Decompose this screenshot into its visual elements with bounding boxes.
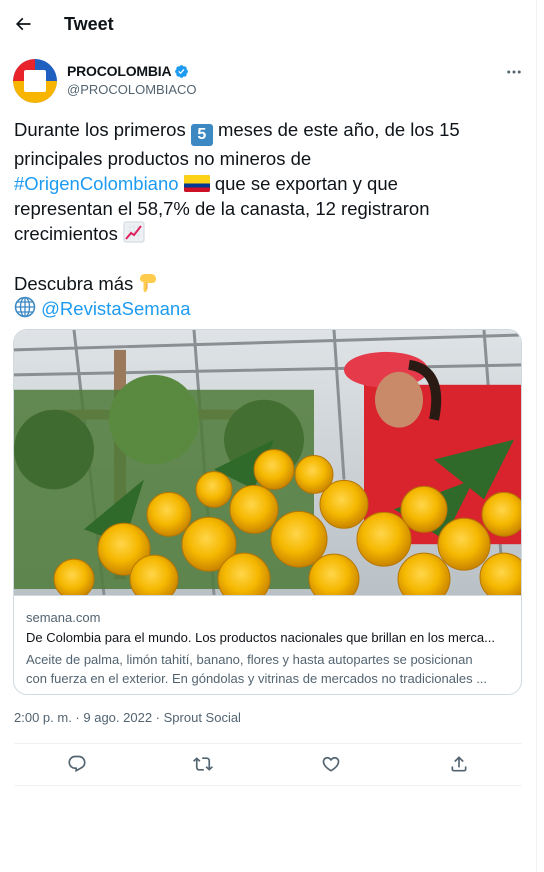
tweet-time[interactable]: 2:00 p. m.: [14, 710, 72, 725]
tweet-text: Durante los primeros 5 meses de este año…: [14, 117, 524, 321]
globe-icon: [14, 296, 36, 318]
tweet-line: Descubra más: [14, 271, 524, 296]
avatar[interactable]: [13, 59, 57, 103]
author-handle[interactable]: @PROCOLOMBIACO: [67, 82, 197, 97]
share-icon: [451, 756, 467, 772]
author-name-row[interactable]: PROCOLOMBIA: [67, 63, 189, 79]
chart-increasing-icon: [123, 221, 145, 243]
retweet-button[interactable]: [190, 751, 216, 777]
card-description-line: Aceite de palma, limón tahití, banano, f…: [26, 652, 473, 667]
card-title: De Colombia para el mundo. Los productos…: [26, 630, 495, 645]
pointing-down-icon: [140, 274, 157, 292]
header-bar: Tweet: [0, 0, 537, 50]
tweet-source[interactable]: Sprout Social: [164, 710, 241, 725]
hashtag-link[interactable]: #OrigenColombiano: [14, 173, 179, 194]
meta-separator: ·: [71, 710, 84, 725]
tweet-line: #OrigenColombiano que se exportan y que: [14, 171, 524, 196]
like-button[interactable]: [318, 751, 344, 777]
more-options-button[interactable]: [502, 60, 526, 84]
tweet-line: principales productos no mineros de: [14, 148, 312, 169]
action-bar: [0, 745, 537, 783]
back-arrow-icon: [15, 17, 31, 31]
meta-separator: ·: [152, 710, 164, 725]
tweet-line: @RevistaSemana: [14, 296, 524, 321]
tweet-line: crecimientos: [14, 221, 524, 246]
colombia-flag-icon: [183, 175, 210, 192]
back-button[interactable]: [8, 9, 38, 39]
verified-badge-icon: [175, 64, 189, 78]
author-name[interactable]: PROCOLOMBIA: [67, 63, 172, 79]
tweet-line: representan el 58,7% de la canasta, 12 r…: [14, 198, 430, 219]
tweet-detail-column: Tweet PROCOLOMBIA @PROCOLOMBIACO Durante…: [0, 0, 537, 872]
reply-icon: [68, 755, 86, 773]
page-title: Tweet: [64, 14, 114, 34]
tweet-text-segment: Durante los primeros: [14, 119, 191, 140]
divider: [14, 743, 522, 744]
keycap-5-emoji: 5: [190, 124, 213, 146]
tweet-line: Durante los primeros 5 meses de este año…: [14, 117, 524, 146]
card-description-line: con fuerza en el exterior. En góndolas y…: [26, 671, 488, 686]
retweet-icon: [193, 757, 213, 771]
tweet-meta: 2:00 p. m. · 9 ago. 2022 · Sprout Social: [14, 710, 241, 725]
more-icon: [507, 70, 521, 74]
tweet-text-segment: crecimientos: [14, 223, 118, 244]
divider: [14, 785, 522, 786]
mention-link[interactable]: @RevistaSemana: [41, 298, 190, 319]
card-description: Aceite de palma, limón tahití, banano, f…: [26, 650, 510, 688]
article-image: [14, 330, 521, 596]
procolombia-logo: [13, 59, 57, 103]
reply-button[interactable]: [64, 751, 90, 777]
share-button[interactable]: [446, 751, 472, 777]
link-preview-card[interactable]: semana.com De Colombia para el mundo. Lo…: [13, 329, 522, 695]
like-icon: [322, 756, 340, 772]
tweet-text-segment: meses de este año, de los 15: [212, 119, 460, 140]
card-domain: semana.com: [26, 610, 101, 625]
tweet-text-segment: que se exportan y que: [209, 173, 398, 194]
scrollbar-track[interactable]: [538, 0, 544, 872]
tweet-date[interactable]: 9 ago. 2022: [83, 710, 152, 725]
tweet-text-segment: Descubra más: [14, 273, 134, 294]
